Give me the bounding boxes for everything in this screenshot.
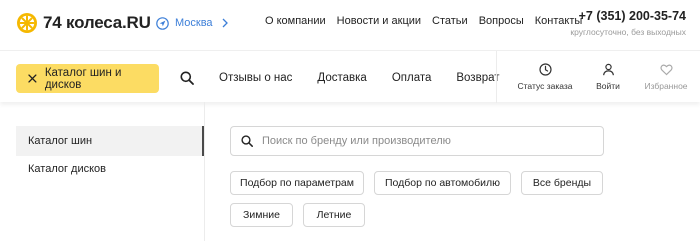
sidebar-item-wheels[interactable]: Каталог дисков bbox=[16, 154, 204, 184]
filter-by-car[interactable]: Подбор по автомобилю bbox=[374, 171, 511, 195]
user-icon bbox=[602, 63, 614, 76]
clock-icon bbox=[538, 63, 552, 76]
chip-label: Зимние bbox=[243, 209, 280, 221]
filter-all-brands[interactable]: Все бренды bbox=[521, 171, 603, 195]
sidebar-item-label: Каталог шин bbox=[28, 135, 93, 147]
sidebar-item-label: Каталог дисков bbox=[28, 163, 107, 175]
sidebar-divider bbox=[204, 102, 205, 241]
city-selector[interactable]: Москва bbox=[156, 14, 229, 32]
login-label: Войти bbox=[596, 81, 620, 91]
phone-block: +7 (351) 200-35-74 круглосуточно, без вы… bbox=[570, 9, 686, 37]
logo[interactable]: 74 колеса.RU bbox=[16, 10, 151, 36]
phone-note: круглосуточно, без выходных bbox=[570, 27, 686, 37]
catalog-button[interactable]: Каталог шин и дисков bbox=[16, 64, 159, 93]
filter-summer[interactable]: Летние bbox=[303, 203, 365, 227]
order-status-label: Статус заказа bbox=[517, 81, 573, 91]
catalog-button-label: Каталог шин и дисков bbox=[44, 66, 122, 91]
chip-label: Все бренды bbox=[532, 177, 592, 189]
sidebar-item-tires[interactable]: Каталог шин bbox=[16, 126, 204, 156]
logo-text: 74 колеса.RU bbox=[43, 13, 151, 32]
login-button[interactable]: Войти bbox=[588, 63, 628, 91]
nav-link-about[interactable]: О компании bbox=[265, 15, 326, 27]
brand-search[interactable] bbox=[230, 126, 604, 156]
top-bar: 74 колеса.RU Москва О компании Новости и… bbox=[0, 0, 700, 50]
menu-item-delivery[interactable]: Доставка bbox=[317, 72, 366, 84]
main-navbar: Каталог шин и дисков Отзывы о нас Достав… bbox=[0, 50, 700, 103]
chevron-right-icon bbox=[222, 18, 228, 28]
heart-icon bbox=[659, 64, 673, 76]
filter-winter[interactable]: Зимние bbox=[230, 203, 293, 227]
menu-item-reviews[interactable]: Отзывы о нас bbox=[219, 72, 292, 84]
menu-item-return[interactable]: Возврат bbox=[456, 72, 499, 84]
nav-link-news[interactable]: Новости и акции bbox=[337, 15, 421, 27]
search-icon[interactable] bbox=[180, 71, 194, 85]
chip-label: Подбор по автомобилю bbox=[385, 177, 500, 189]
nav-menu: Отзывы о нас Доставка Оплата Возврат bbox=[219, 72, 525, 84]
nav-link-articles[interactable]: Статьи bbox=[432, 15, 468, 27]
filter-by-parameters[interactable]: Подбор по параметрам bbox=[230, 171, 364, 195]
menu-item-payment[interactable]: Оплата bbox=[392, 72, 432, 84]
close-icon bbox=[28, 74, 37, 83]
favorites-label: Избранное bbox=[644, 81, 688, 91]
phone-number[interactable]: +7 (351) 200-35-74 bbox=[570, 9, 686, 23]
wheel-logo-icon bbox=[17, 13, 37, 33]
order-status-button[interactable]: Статус заказа bbox=[515, 63, 575, 91]
brand-search-input[interactable] bbox=[262, 135, 592, 147]
nav-link-questions[interactable]: Вопросы bbox=[479, 15, 524, 27]
chip-label: Подбор по параметрам bbox=[240, 177, 354, 189]
city-name: Москва bbox=[175, 17, 213, 29]
navbar-divider bbox=[496, 51, 497, 103]
top-nav: О компании Новости и акции Статьи Вопрос… bbox=[265, 15, 593, 27]
favorites-button[interactable]: Избранное bbox=[638, 63, 694, 91]
search-icon bbox=[241, 135, 253, 147]
location-pin-icon bbox=[156, 16, 169, 30]
chip-label: Летние bbox=[316, 209, 352, 221]
